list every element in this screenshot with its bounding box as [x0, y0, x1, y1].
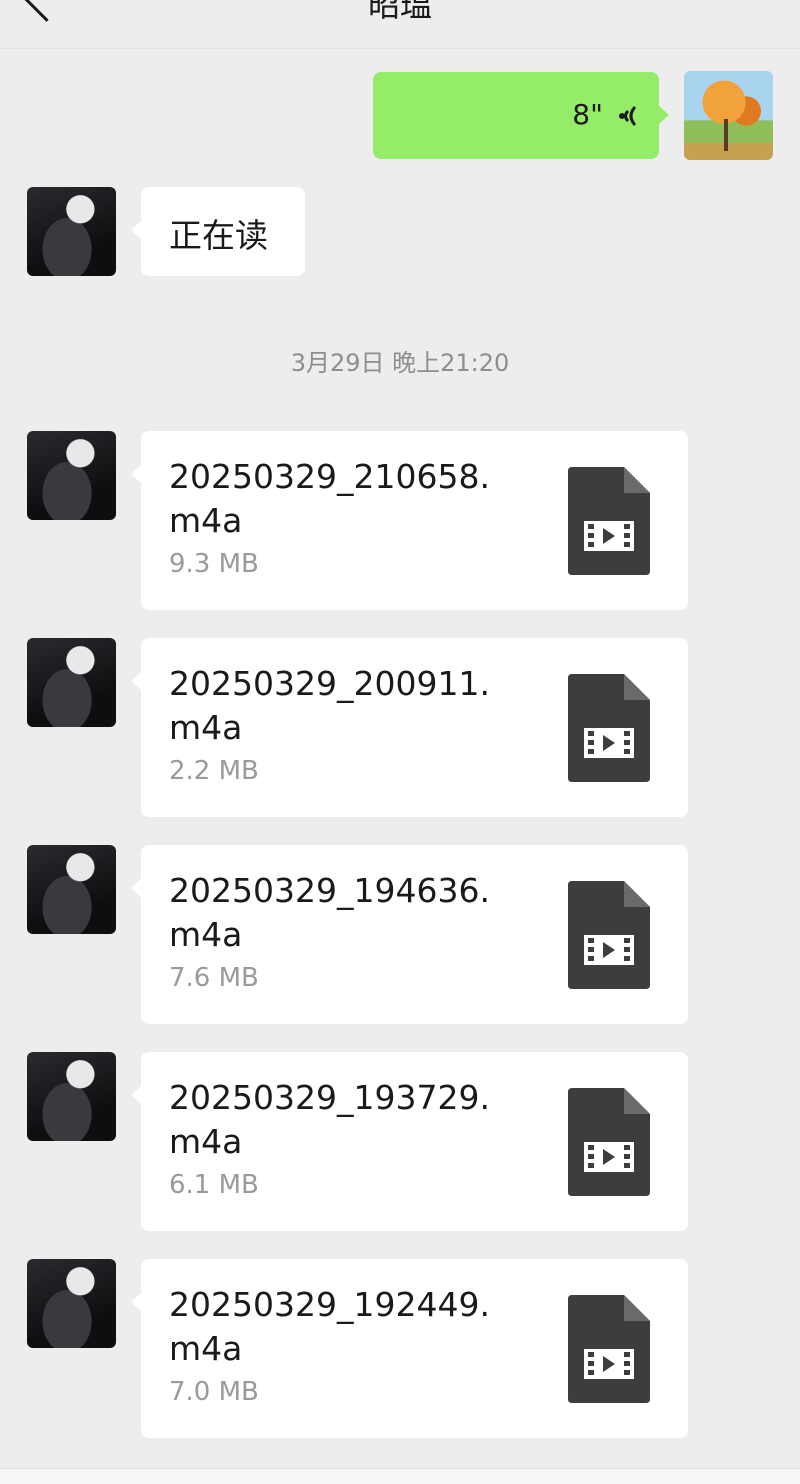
contact-avatar[interactable]: [27, 845, 116, 934]
file-message-bubble[interactable]: 20250329_200911.m4a 2.2 MB: [131, 638, 688, 817]
text-message: 正在读: [169, 216, 268, 255]
video-file-icon: [568, 674, 650, 782]
file-name: 20250329_194636.m4a: [169, 871, 490, 954]
file-size: 7.0 MB: [169, 1377, 259, 1407]
video-file-icon: [568, 467, 650, 575]
file-message-bubble[interactable]: 20250329_210658.m4a 9.3 MB: [131, 431, 688, 610]
file-name: 20250329_192449.m4a: [169, 1285, 490, 1368]
chat-header: 昭瑥: [0, 0, 800, 49]
chat-title: 昭瑥: [367, 0, 432, 24]
file-message-bubble[interactable]: 20250329_192449.m4a 7.0 MB: [131, 1259, 688, 1438]
contact-avatar[interactable]: [27, 1259, 116, 1348]
video-file-icon: [568, 1088, 650, 1196]
file-size: 6.1 MB: [169, 1170, 259, 1200]
video-file-icon: [568, 1295, 650, 1403]
file-name: 20250329_200911.m4a: [169, 664, 490, 747]
contact-avatar[interactable]: [27, 431, 116, 520]
contact-avatar[interactable]: [27, 638, 116, 727]
input-bar-edge: [0, 1468, 800, 1484]
file-size: 9.3 MB: [169, 549, 259, 579]
video-file-icon: [568, 881, 650, 989]
voice-wave-icon: [619, 106, 637, 126]
contact-avatar[interactable]: [27, 1052, 116, 1141]
file-message-bubble[interactable]: 20250329_193729.m4a 6.1 MB: [131, 1052, 688, 1231]
voice-duration: 8": [572, 98, 603, 131]
file-name: 20250329_210658.m4a: [169, 457, 490, 540]
text-message-bubble[interactable]: 正在读: [131, 187, 305, 276]
voice-message-bubble[interactable]: 8": [373, 72, 669, 159]
self-avatar[interactable]: [684, 71, 773, 160]
file-name: 20250329_193729.m4a: [169, 1078, 490, 1161]
message-timestamp: 3月29日 晚上21:20: [290, 349, 510, 377]
file-size: 2.2 MB: [169, 756, 259, 786]
file-size: 7.6 MB: [169, 963, 259, 993]
file-message-bubble[interactable]: 20250329_194636.m4a 7.6 MB: [131, 845, 688, 1024]
contact-avatar[interactable]: [27, 187, 116, 276]
